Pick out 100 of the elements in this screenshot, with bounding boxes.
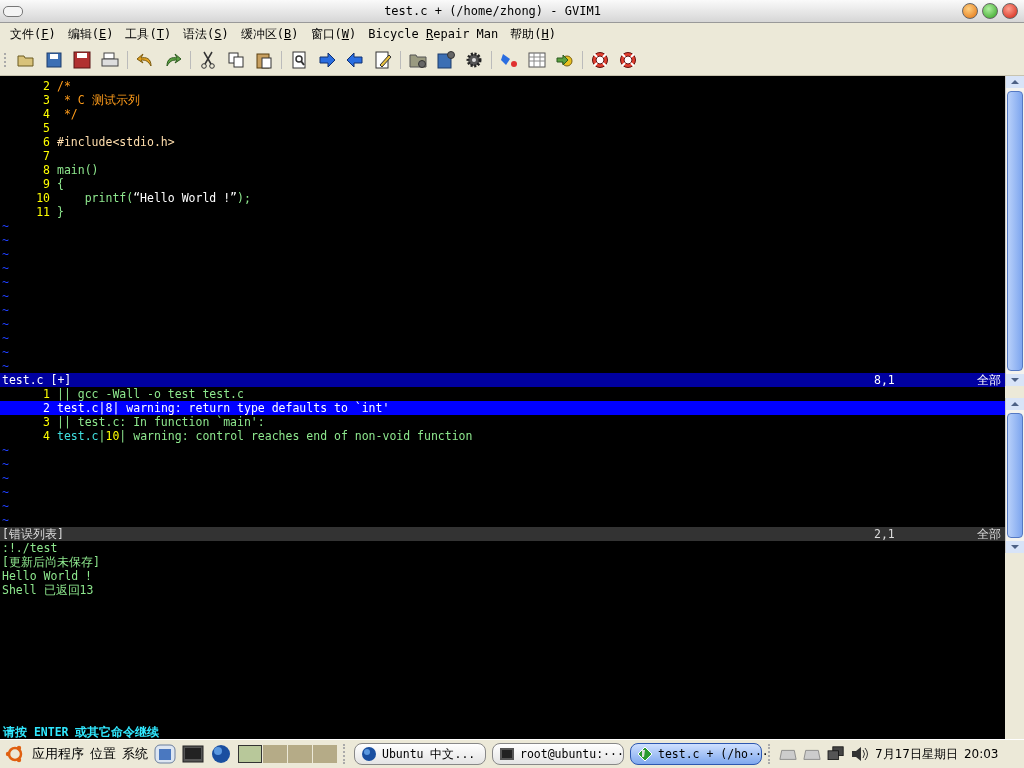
scrollbar-thumb[interactable] [1007, 91, 1023, 371]
line-number: 7 [42, 149, 51, 163]
line-number: 9 [42, 177, 51, 191]
workspace-switch[interactable] [313, 745, 337, 763]
edit-page-icon[interactable] [374, 51, 392, 69]
quickfix-row[interactable]: 4 test.c|10| warning: control reaches end of non-void function [0, 429, 1005, 443]
empty-line-marker: ~ [1, 499, 9, 513]
menu-item[interactable]: 缓冲区(B) [234, 25, 305, 43]
globe-icon [361, 746, 377, 762]
toolbar-grip[interactable] [4, 53, 9, 67]
save-icon[interactable] [45, 51, 63, 69]
code-line: main() [57, 163, 99, 177]
line-number: 6 [42, 135, 51, 149]
empty-line-marker: ~ [1, 443, 9, 457]
table-icon[interactable] [528, 51, 546, 69]
line-number: 11 [35, 205, 51, 219]
buffer-name: [错误列表] [2, 527, 65, 541]
workspace-switch[interactable] [263, 745, 287, 763]
code-line: { [57, 177, 64, 191]
code-line: #include<stdio.h> [57, 135, 175, 149]
quickfix-row[interactable]: 3 || test.c: In function `main': [0, 415, 1005, 429]
scroll-down-icon[interactable] [1006, 374, 1024, 386]
file-browser-icon[interactable] [154, 744, 176, 764]
empty-line-marker: ~ [1, 485, 9, 499]
redo-icon[interactable] [164, 51, 182, 69]
cut-icon[interactable] [199, 51, 217, 69]
undo-icon[interactable] [136, 51, 154, 69]
code-line: * C 测试示列 [62, 93, 140, 107]
menu-item[interactable]: 编辑(E) [61, 25, 120, 43]
empty-line-marker: ~ [1, 233, 9, 247]
window-title: test.c + (/home/zhong) - GVIM1 [383, 4, 602, 18]
line-number: 4 [42, 429, 51, 443]
scrollbar[interactable] [1005, 398, 1024, 553]
panel-menu[interactable]: 位置 [90, 745, 116, 763]
panel-menu[interactable]: 系统 [122, 745, 148, 763]
scroll-position: 全部 [976, 527, 1001, 541]
clock-time[interactable]: 20:03 [963, 747, 999, 761]
empty-line-marker: ~ [1, 359, 9, 373]
copy-icon[interactable] [227, 51, 245, 69]
quickfix-row[interactable]: 2 test.c|8| warning: return type defaults to `int' [0, 401, 1005, 415]
folder-gear-icon[interactable] [409, 51, 427, 69]
command-output: Shell 已返回13 [1, 583, 94, 597]
quickfix-message: || gcc -Wall -o test test.c [57, 387, 244, 401]
clock-date[interactable]: 7月17日星期日 [875, 745, 958, 763]
find-icon[interactable] [290, 51, 308, 69]
scrollbar[interactable] [1005, 76, 1024, 386]
line-number: 2 [42, 401, 51, 415]
empty-line-marker: ~ [1, 331, 9, 345]
line-number: 5 [42, 121, 51, 135]
empty-line-marker: ~ [1, 513, 9, 527]
code-line: */ [62, 107, 78, 121]
quickfix-row[interactable]: 1 || gcc -Wall -o test test.c [0, 387, 1005, 401]
code-line: printf(“Hello World !”); [83, 191, 251, 205]
line-number: 8 [42, 163, 51, 177]
empty-line-marker: ~ [1, 457, 9, 471]
command-output: Hello World ! [1, 569, 92, 583]
scroll-up-icon[interactable] [1006, 76, 1024, 88]
task-button[interactable]: root@ubuntu:··· [492, 743, 624, 765]
empty-line-marker: ~ [1, 345, 9, 359]
globe-icon[interactable] [210, 744, 232, 764]
gear-icon[interactable] [465, 51, 483, 69]
code-line: } [57, 205, 64, 219]
lifebuoy-icon[interactable] [591, 51, 609, 69]
workspace-switch[interactable] [238, 745, 262, 763]
menu-item[interactable]: Bicycle Repair Man [362, 27, 505, 41]
menu-item[interactable]: 帮助(H) [504, 25, 562, 43]
window-menu-button[interactable] [3, 5, 23, 17]
empty-line-marker: ~ [1, 275, 9, 289]
lifebuoy-icon[interactable] [619, 51, 637, 69]
task-button[interactable]: Ubuntu 中文... [354, 743, 486, 765]
save-all-icon[interactable] [73, 51, 91, 69]
forward-arrow-icon[interactable] [318, 51, 336, 69]
vim-icon [637, 746, 653, 762]
line-number: 3 [42, 93, 51, 107]
line-number: 3 [42, 415, 51, 429]
paste-icon[interactable] [255, 51, 273, 69]
menu-item[interactable]: 文件(F) [4, 25, 62, 43]
quickfix-message: || test.c: In function `main': [57, 415, 265, 429]
panel-menu[interactable]: 应用程序 [32, 745, 84, 763]
back-arrow-icon[interactable] [346, 51, 364, 69]
minimize-button[interactable] [962, 3, 978, 19]
close-button[interactable] [1002, 3, 1018, 19]
network-icon[interactable] [827, 746, 845, 762]
workspace-switch[interactable] [288, 745, 312, 763]
menu-item[interactable]: 窗口(W) [304, 25, 363, 43]
empty-line-marker: ~ [1, 219, 9, 233]
print-icon[interactable] [101, 51, 119, 69]
line-number: 2 [42, 79, 51, 93]
menu-item[interactable]: 工具(T) [119, 25, 178, 43]
empty-line-marker: ~ [1, 471, 9, 485]
scroll-down-icon[interactable] [1006, 541, 1024, 553]
menu-item[interactable]: 语法(S) [177, 25, 235, 43]
empty-line-marker: ~ [1, 261, 9, 275]
volume-icon[interactable] [851, 746, 869, 762]
scroll-up-icon[interactable] [1006, 398, 1024, 410]
scrollbar-thumb[interactable] [1007, 413, 1023, 538]
terminal-icon[interactable] [182, 744, 204, 764]
continue-prompt: 请按 ENTER 或其它命令继续 [2, 725, 160, 739]
line-number: 1 [42, 387, 51, 401]
maximize-button[interactable] [982, 3, 998, 19]
